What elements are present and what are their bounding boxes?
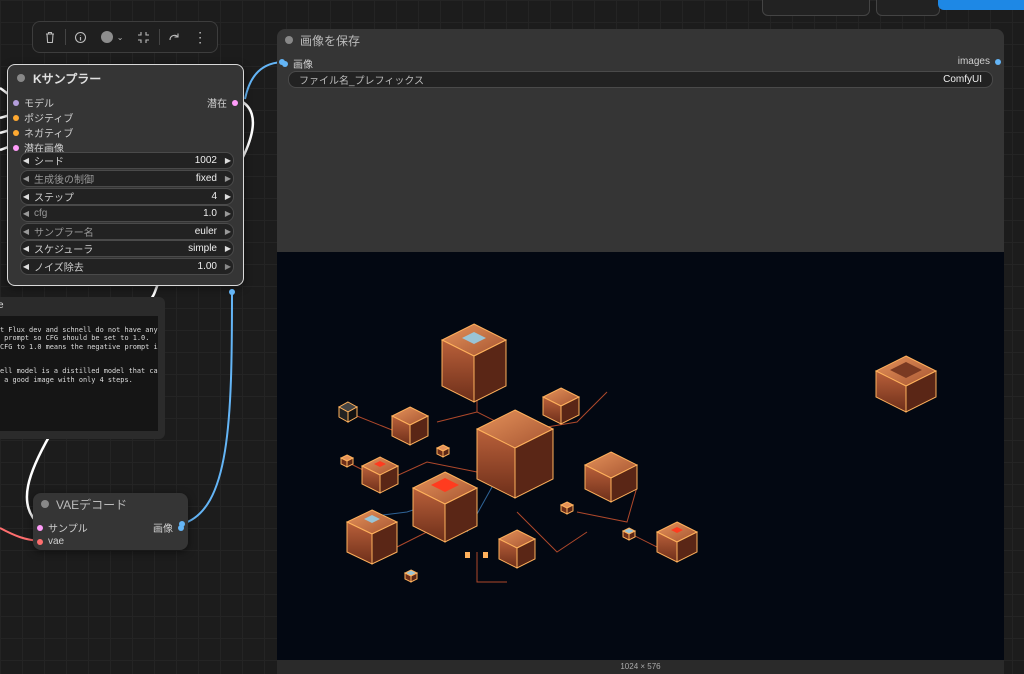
widget-cfg[interactable]: ◀ cfg 1.0 ▶	[20, 205, 234, 222]
increment-icon[interactable]: ▶	[223, 244, 233, 253]
node-title: VAEデコード	[56, 497, 128, 512]
port-dot[interactable]	[37, 524, 43, 531]
input-samples[interactable]: サンプル	[37, 520, 88, 535]
widget-steps[interactable]: ◀ ステップ 4 ▶	[20, 188, 234, 205]
note-textarea[interactable]: t Flux dev and schnell do not have any p…	[0, 316, 158, 431]
note-node[interactable]: e t Flux dev and schnell do not have any…	[0, 297, 165, 439]
port-dot[interactable]	[13, 129, 19, 136]
port-label: モデル	[24, 99, 54, 110]
decrement-icon[interactable]: ◀	[21, 209, 31, 218]
widget-label: ノイズ除去	[34, 263, 84, 274]
collapse-dot[interactable]	[285, 36, 293, 44]
widget-sampler-name[interactable]: ◀ サンプラー名 euler ▶	[20, 223, 234, 240]
port-dot[interactable]	[282, 60, 288, 67]
output-latent[interactable]: 潜在	[207, 95, 238, 110]
port-dot[interactable]	[13, 99, 19, 106]
increment-icon[interactable]: ▶	[223, 262, 233, 271]
port-dot[interactable]	[37, 538, 43, 545]
widget-value: simple	[188, 243, 217, 254]
port-label: vae	[48, 536, 65, 547]
port-label: ポジティブ	[24, 114, 74, 125]
queue-controls[interactable]	[876, 0, 940, 16]
increment-icon[interactable]: ▶	[223, 174, 233, 183]
node-title-bar[interactable]: 画像を保存	[277, 29, 1004, 51]
trash-icon[interactable]	[39, 26, 61, 48]
node-title: e	[0, 300, 4, 311]
port-label: ネガティブ	[24, 129, 74, 140]
image-size-label: 1024 × 576	[277, 660, 1004, 674]
decrement-icon[interactable]: ◀	[21, 227, 31, 236]
toolbar-divider	[158, 29, 160, 45]
node-title: 画像を保存	[300, 33, 361, 48]
widget-label: ステップ	[34, 193, 74, 204]
widget-value: ComfyUI	[943, 74, 982, 85]
output-image[interactable]: 画像	[153, 520, 184, 535]
vae-decode-node[interactable]: VAEデコード サンプル 画像 vae	[33, 493, 188, 550]
node-title-bar[interactable]: VAEデコード	[33, 493, 188, 515]
image-preview[interactable]	[277, 252, 1004, 660]
widget-label: サンプラー名	[34, 228, 94, 239]
widget-label: cfg	[34, 208, 48, 219]
widget-seed[interactable]: ◀ シード 1002 ▶	[20, 152, 234, 169]
decrement-icon[interactable]: ◀	[21, 262, 31, 271]
save-image-node[interactable]: 画像を保存 画像 images ファイル名_プレフィックス ComfyUI 10…	[277, 29, 1004, 674]
widget-value: 1002	[194, 155, 217, 166]
widget-label: シード	[34, 157, 64, 168]
top-left-control[interactable]	[762, 0, 870, 16]
widget-value: fixed	[195, 173, 217, 184]
port-label: images	[957, 56, 990, 67]
run-button[interactable]	[938, 0, 1024, 10]
node-title: Kサンプラー	[33, 71, 102, 86]
decrement-icon[interactable]: ◀	[21, 244, 31, 253]
widget-value: euler	[194, 226, 217, 237]
output-images[interactable]: images	[958, 56, 1001, 67]
filename-prefix-field[interactable]: ファイル名_プレフィックス ComfyUI	[288, 71, 993, 88]
port-label: 潜在	[207, 99, 227, 110]
widget-value: 1.00	[197, 261, 217, 272]
widget-denoise[interactable]: ◀ ノイズ除去 1.00 ▶	[20, 258, 234, 275]
port-dot[interactable]	[995, 58, 1001, 65]
increment-icon[interactable]: ▶	[223, 227, 233, 236]
more-icon[interactable]: ⋮	[189, 26, 211, 48]
port-dot[interactable]	[13, 144, 19, 151]
node-toolbar: ⌄ ⋮	[32, 21, 218, 53]
decrement-icon[interactable]: ◀	[21, 192, 31, 201]
port-label: 画像	[153, 524, 173, 535]
collapse-dot[interactable]	[41, 500, 49, 508]
input-image[interactable]: 画像	[282, 56, 313, 71]
increment-icon[interactable]: ▶	[223, 209, 233, 218]
widget-value: 1.0	[203, 208, 217, 219]
port-dot[interactable]	[232, 99, 238, 106]
port-dot[interactable]	[13, 114, 19, 121]
toolbar-divider	[64, 29, 66, 45]
widget-label: スケジューラ	[34, 245, 94, 256]
color-picker-button[interactable]: ⌄	[95, 26, 129, 48]
port-dot[interactable]	[178, 524, 184, 531]
widget-value: 4	[211, 191, 217, 202]
generated-image	[337, 323, 938, 583]
input-positive[interactable]: ポジティブ	[13, 110, 73, 125]
increment-icon[interactable]: ▶	[223, 192, 233, 201]
widget-label: 生成後の制御	[34, 175, 94, 186]
port-label: サンプル	[48, 524, 88, 535]
input-model[interactable]: モデル	[13, 95, 54, 110]
widget-scheduler[interactable]: ◀ スケジューラ simple ▶	[20, 240, 234, 257]
redo-icon[interactable]	[163, 26, 185, 48]
color-icon	[100, 31, 113, 43]
info-icon[interactable]	[69, 26, 91, 48]
chevron-down-icon: ⌄	[116, 32, 124, 42]
increment-icon[interactable]: ▶	[223, 156, 233, 165]
ksampler-node[interactable]: Kサンプラー モデル 潜在 ポジティブ ネガティブ 潜在画像 ◀ シード 100…	[7, 64, 244, 286]
input-vae[interactable]: vae	[37, 536, 64, 547]
wire-image-out	[181, 291, 233, 525]
widget-control-after-generate[interactable]: ◀ 生成後の制御 fixed ▶	[20, 170, 234, 187]
widget-label: ファイル名_プレフィックス	[299, 76, 425, 87]
collapse-icon[interactable]	[133, 26, 155, 48]
input-negative[interactable]: ネガティブ	[13, 125, 73, 140]
node-title-bar[interactable]: Kサンプラー	[8, 65, 243, 91]
collapse-dot[interactable]	[17, 74, 25, 82]
decrement-icon[interactable]: ◀	[21, 174, 31, 183]
port-label: 画像	[293, 60, 313, 71]
decrement-icon[interactable]: ◀	[21, 156, 31, 165]
